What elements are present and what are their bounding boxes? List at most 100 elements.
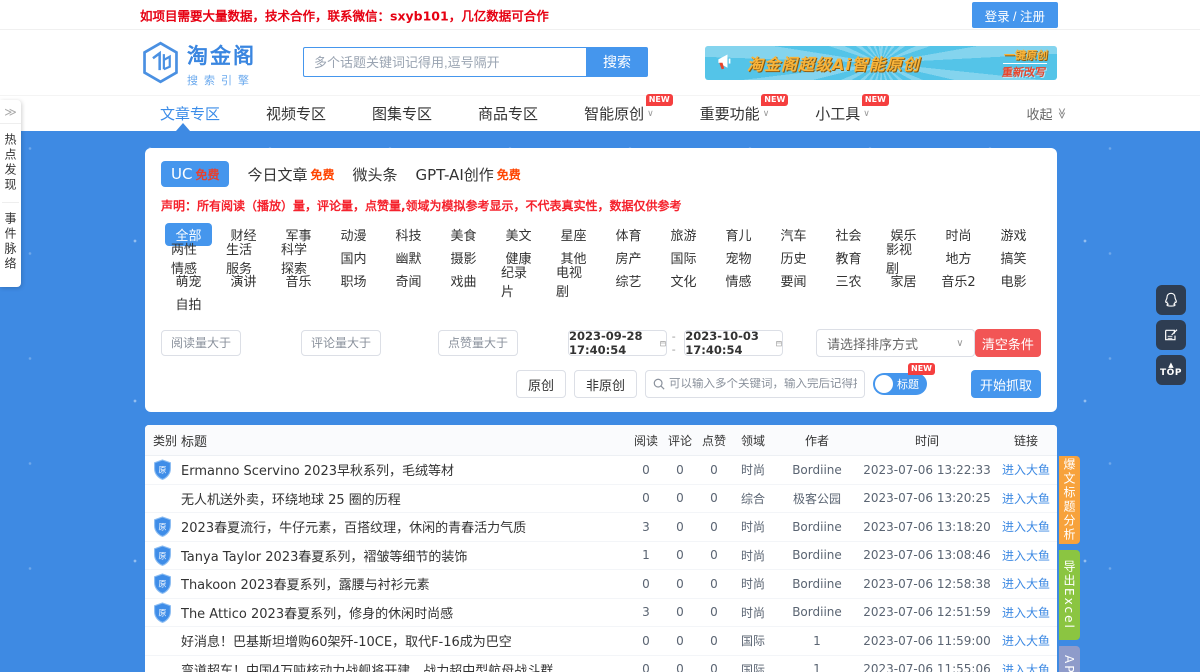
source-tab-3[interactable]: GPT-AI创作免费 [416, 164, 521, 185]
source-tab-label: GPT-AI创作 [416, 164, 494, 185]
category-item[interactable]: 演讲 [216, 269, 271, 292]
enter-dayu-link[interactable]: 进入大鱼 [995, 461, 1057, 478]
category-item[interactable]: 要闻 [766, 269, 821, 292]
category-item[interactable]: 戏曲 [436, 269, 491, 292]
category-item[interactable]: 奇闻 [381, 269, 436, 292]
category-item[interactable]: 国际 [656, 246, 711, 269]
category-item[interactable]: 职场 [326, 269, 381, 292]
category-label: 综艺 [605, 269, 651, 292]
category-item[interactable]: 历史 [766, 246, 821, 269]
field-label: 综合 [731, 490, 775, 507]
logo[interactable]: 淘金阁 搜索引擎 [142, 40, 256, 88]
category-item[interactable]: 音乐2 [931, 269, 986, 292]
nav-item-2[interactable]: 图集专区 [372, 103, 432, 124]
category-item[interactable]: 汽车 [766, 223, 821, 246]
keyword-input[interactable] [669, 378, 857, 390]
category-item[interactable]: 旅游 [656, 223, 711, 246]
category-item[interactable]: 房产 [601, 246, 656, 269]
nav-item-3[interactable]: 商品专区 [478, 103, 538, 124]
date-end-input[interactable]: 2023-10-03 17:40:54 [684, 330, 783, 356]
category-item[interactable]: 文化 [656, 269, 711, 292]
like-count: 0 [697, 634, 731, 648]
category-item[interactable]: 国内 [326, 246, 381, 269]
category-item[interactable]: 动漫 [326, 223, 381, 246]
left-panel-tab-1[interactable]: 事件脉络 [2, 202, 19, 281]
category-item[interactable]: 体育 [601, 223, 656, 246]
category-item[interactable]: 育儿 [711, 223, 766, 246]
nav-item-0[interactable]: 文章专区 [160, 103, 220, 124]
category-item[interactable]: 电视剧 [546, 269, 601, 292]
category-item[interactable]: 纪录片 [491, 269, 546, 292]
category-item[interactable]: 影视剧 [876, 246, 931, 269]
clear-filters-button[interactable]: 清空条件 [975, 329, 1041, 357]
source-tab-0[interactable]: UC免费 [161, 161, 229, 187]
category-item[interactable]: 幽默 [381, 246, 436, 269]
category-item[interactable]: 地方 [931, 246, 986, 269]
category-item[interactable]: 萌宠 [161, 269, 216, 292]
category-item[interactable]: 摄影 [436, 246, 491, 269]
category-item[interactable]: 三农 [821, 269, 876, 292]
nav-item-4[interactable]: 智能原创∨NEW [584, 103, 654, 124]
search-input[interactable] [303, 47, 586, 77]
category-item[interactable]: 美文 [491, 223, 546, 246]
category-item[interactable]: 自拍 [161, 292, 216, 315]
original-filter-button[interactable]: 原创 [516, 370, 566, 398]
category-item[interactable]: 教育 [821, 246, 876, 269]
category-item[interactable]: 家居 [876, 269, 931, 292]
svg-text:原: 原 [158, 551, 166, 560]
enter-dayu-link[interactable]: 进入大鱼 [995, 632, 1057, 649]
feedback-button[interactable] [1156, 320, 1186, 350]
login-register-button[interactable]: 登录 / 注册 [972, 2, 1058, 28]
enter-dayu-link[interactable]: 进入大鱼 [995, 547, 1057, 564]
export-excel-tab[interactable]: 导出Excel [1059, 550, 1080, 640]
category-item[interactable]: 两性情感 [161, 246, 216, 269]
category-item[interactable]: 综艺 [601, 269, 656, 292]
read-count-input[interactable] [161, 330, 241, 356]
enter-dayu-link[interactable]: 进入大鱼 [995, 518, 1057, 535]
collapse-button[interactable]: 收起 ≫ [1026, 96, 1068, 131]
enter-dayu-link[interactable]: 进入大鱼 [995, 661, 1057, 672]
nav-item-6[interactable]: 小工具∨NEW [815, 103, 870, 124]
nav-item-5[interactable]: 重要功能∨NEW [700, 103, 770, 124]
category-item[interactable]: 时尚 [931, 223, 986, 246]
category-item[interactable]: 音乐 [271, 269, 326, 292]
comment-count-input[interactable] [301, 330, 381, 356]
qq-contact-button[interactable] [1156, 285, 1186, 315]
category-item[interactable]: 星座 [546, 223, 601, 246]
like-count: 0 [697, 520, 731, 534]
category-item[interactable]: 生活服务 [216, 246, 271, 269]
category-item[interactable]: 美食 [436, 223, 491, 246]
category-item[interactable]: 搞笑 [986, 246, 1041, 269]
start-scrape-button[interactable]: 开始抓取 [971, 370, 1041, 398]
enter-dayu-link[interactable]: 进入大鱼 [995, 604, 1057, 621]
enter-dayu-link[interactable]: 进入大鱼 [995, 490, 1057, 507]
category-item[interactable]: 社会 [821, 223, 876, 246]
ai-original-ad-banner[interactable]: 淘金阁超级Ai智能原创 一键原创 重新改写 [705, 46, 1057, 80]
category-item[interactable]: 科技 [381, 223, 436, 246]
left-panel-tab-0[interactable]: 热点发现 [2, 124, 19, 202]
non-original-filter-button[interactable]: 非原创 [574, 370, 637, 398]
chevron-down-icon: ∨ [647, 109, 654, 119]
like-count-input[interactable] [438, 330, 518, 356]
category-item[interactable]: 科学探索 [271, 246, 326, 269]
expand-panel-icon[interactable]: ≫ [0, 100, 21, 124]
api-demand-tab[interactable]: API需求 [1059, 646, 1080, 672]
category-item[interactable]: 宠物 [711, 246, 766, 269]
search-button[interactable]: 搜索 [586, 47, 648, 77]
category-label: 奇闻 [385, 269, 431, 292]
source-tab-1[interactable]: 今日文章免费 [247, 164, 334, 185]
nav-item-1[interactable]: 视频专区 [266, 103, 326, 124]
category-item[interactable]: 电影 [986, 269, 1041, 292]
source-tab-2[interactable]: 微头条 [353, 164, 398, 185]
date-start-input[interactable]: 2023-09-28 17:40:54 [568, 330, 667, 356]
title-search-toggle[interactable]: 标题 NEW [873, 373, 927, 395]
sort-select[interactable]: 请选择排序方式 ∨ [816, 329, 975, 357]
enter-dayu-link[interactable]: 进入大鱼 [995, 575, 1057, 592]
hot-title-analysis-tab[interactable]: 爆文标题分析 [1059, 456, 1080, 544]
category-label: 职场 [330, 269, 376, 292]
back-to-top-button[interactable]: ▲ TOP [1156, 355, 1186, 385]
author-name: 1 [775, 662, 859, 672]
category-label: 音乐 [275, 269, 321, 292]
category-item[interactable]: 情感 [711, 269, 766, 292]
category-item[interactable]: 游戏 [986, 223, 1041, 246]
